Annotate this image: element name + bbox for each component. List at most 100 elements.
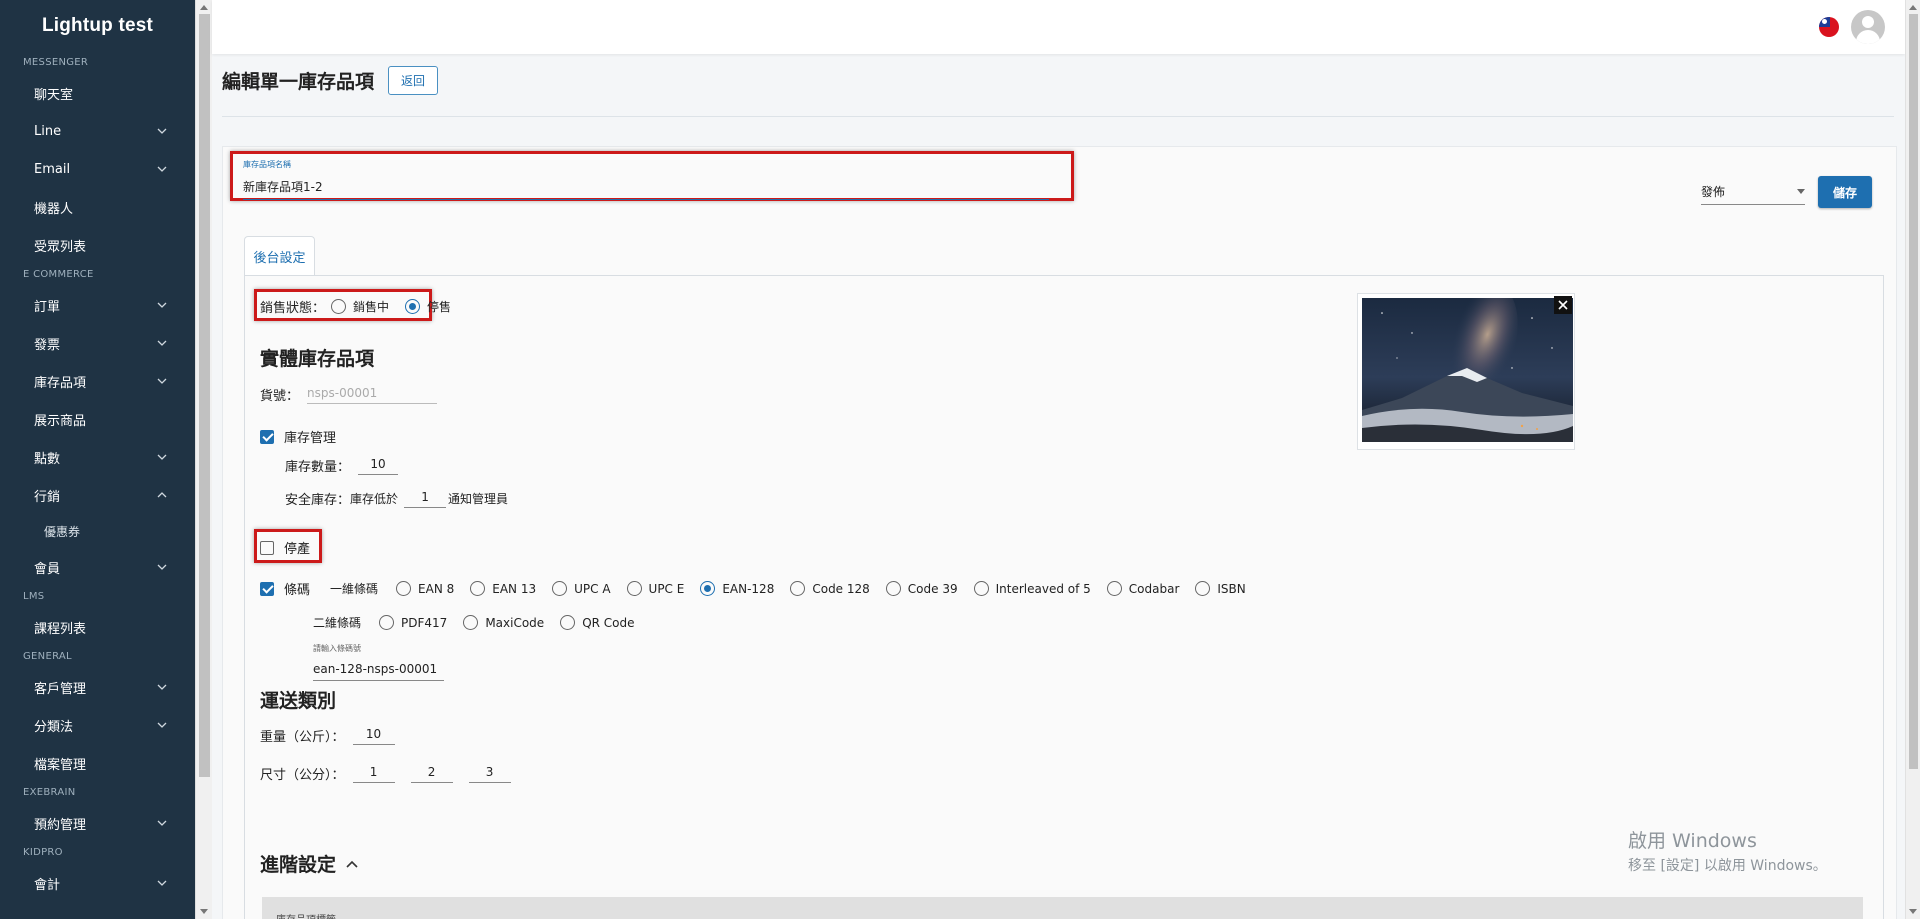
size-length-input[interactable]: 1 [352, 765, 395, 783]
app-title: Lightup test [41, 15, 154, 36]
sidebar-item[interactable]: 優惠券 [0, 514, 195, 548]
sidebar-item[interactable]: 發票 [0, 324, 195, 362]
scrollbar-thumb[interactable] [1909, 14, 1918, 769]
sidebar: Lightup test MESSENGER 聊天室 Line Email 機器人 受眾列… [0, 0, 195, 919]
page-scrollbar[interactable] [1905, 0, 1920, 919]
barcode-option[interactable]: ISBN [1195, 581, 1246, 596]
barcode-option[interactable]: EAN 13 [470, 581, 536, 596]
sidebar-item[interactable]: 點數 [0, 438, 195, 476]
radio-icon[interactable] [552, 581, 568, 596]
avatar[interactable] [1851, 10, 1885, 44]
radio-icon[interactable] [560, 615, 576, 630]
item-name-input[interactable]: 新庫存品項1-2 [243, 178, 1049, 200]
sidebar-item[interactable]: 訂單 [0, 286, 195, 324]
scrollbar-thumb[interactable] [199, 14, 210, 777]
sku-row: 貨號： nsps-00001 [260, 385, 438, 404]
barcode-option[interactable]: Code 39 [885, 581, 958, 596]
sidebar-section-label: KIDPRO [23, 847, 63, 858]
scroll-up-icon[interactable] [1909, 5, 1917, 10]
barcode-number-input[interactable]: ean-128-nsps-00001 [313, 662, 444, 681]
sidebar-item[interactable]: 課程列表 [0, 608, 195, 646]
barcode-option[interactable]: EAN-128 [700, 581, 774, 596]
sidebar-item[interactable]: 機器人 [0, 188, 195, 226]
publish-status-select[interactable]: 發佈 [1701, 183, 1805, 205]
barcode-1d-label: 一維條碼 [330, 582, 379, 596]
barcode-option[interactable]: EAN 8 [396, 581, 454, 596]
save-button[interactable]: 儲存 [1818, 176, 1872, 208]
publish-status-value: 發佈 [1701, 185, 1726, 199]
main-content: 編輯單一庫存品項 返回 庫存品項名稱 新庫存品項1-2 發佈 儲存 後台設定 銷… [212, 54, 1905, 919]
sidebar-item-label: 分類法 [34, 719, 74, 735]
sidebar-item[interactable]: 預約管理 [0, 804, 195, 842]
scroll-down-icon[interactable] [1909, 909, 1917, 914]
barcode-option[interactable]: Code 128 [790, 581, 870, 596]
barcode-option[interactable]: UPC A [552, 581, 611, 596]
radio-icon[interactable] [626, 581, 642, 596]
discontinued-row: 停產 [260, 538, 310, 557]
tab-backend-settings[interactable]: 後台設定 [244, 236, 315, 276]
sidebar-scrollbar[interactable] [195, 0, 212, 919]
advanced-tags-bar: 庫存品項標籤 [262, 897, 1863, 919]
caret-down-icon [1797, 189, 1805, 194]
sidebar-item[interactable]: 聊天室 [0, 74, 195, 112]
barcode-option[interactable]: PDF417 [379, 615, 447, 630]
inventory-qty-input[interactable]: 10 [358, 457, 399, 475]
discontinued-checkbox[interactable] [260, 540, 274, 555]
sidebar-item[interactable]: 庫存品項 [0, 362, 195, 400]
sidebar-item[interactable]: 會計 [0, 864, 195, 902]
back-button[interactable]: 返回 [388, 66, 439, 95]
barcode-checkbox[interactable] [260, 581, 274, 596]
radio-icon[interactable] [379, 615, 395, 630]
sidebar-item-label: 會計 [34, 877, 61, 893]
barcode-option-label: Codabar [1128, 581, 1180, 596]
sidebar-item-label: 庫存品項 [34, 375, 87, 391]
sidebar-item[interactable]: 分類法 [0, 706, 195, 744]
barcode-option-label: MaxiCode [485, 615, 545, 630]
radio-selected-icon[interactable] [700, 581, 716, 596]
watermark-line1: 啟用 Windows [1628, 830, 1757, 852]
radio-icon[interactable] [885, 581, 901, 596]
safety-stock-input[interactable]: 1 [404, 490, 447, 508]
radio-on-sale[interactable]: 銷售中 [331, 298, 389, 315]
chevron-up-icon[interactable] [346, 860, 358, 868]
page-header: 編輯單一庫存品項 返回 [222, 66, 439, 95]
sku-input[interactable]: nsps-00001 [307, 386, 438, 404]
radio-icon[interactable] [463, 615, 479, 630]
size-height-input[interactable]: 3 [468, 765, 511, 783]
sidebar-item[interactable]: Line [0, 112, 195, 150]
radio-icon[interactable] [1195, 581, 1211, 596]
barcode-number-field[interactable]: 請輸入條碼號 ean-128-nsps-00001 [313, 643, 444, 681]
barcode-option[interactable]: Interleaved of 5 [973, 581, 1091, 596]
scroll-up-icon[interactable] [200, 5, 208, 10]
radio-icon[interactable] [470, 581, 486, 596]
size-width-input[interactable]: 2 [410, 765, 453, 783]
barcode-option[interactable]: MaxiCode [463, 615, 544, 630]
sidebar-item[interactable]: 受眾列表 [0, 226, 195, 264]
sidebar-item[interactable]: 客戶管理 [0, 668, 195, 706]
edit-form-card: 庫存品項名稱 新庫存品項1-2 發佈 儲存 後台設定 銷售狀態： 銷售中 停售 … [222, 146, 1897, 919]
radio-stop-sale[interactable]: 停售 [405, 298, 451, 315]
radio-icon[interactable] [790, 581, 806, 596]
sidebar-item[interactable]: 會員 [0, 548, 195, 586]
taiwan-flag-icon[interactable] [1819, 17, 1839, 37]
barcode-option[interactable]: Codabar [1106, 581, 1180, 596]
scroll-down-icon[interactable] [200, 909, 208, 914]
close-icon[interactable] [1554, 296, 1572, 314]
radio-icon[interactable] [396, 581, 412, 596]
item-name-field[interactable]: 庫存品項名稱 新庫存品項1-2 [243, 159, 1049, 200]
advanced-header[interactable]: 進階設定 [260, 850, 358, 877]
sidebar-item[interactable]: 行銷 [0, 476, 195, 514]
sidebar-item-label: 檔案管理 [34, 757, 87, 773]
radio-selected-icon[interactable] [405, 299, 421, 314]
radio-icon[interactable] [973, 581, 989, 596]
sidebar-item[interactable]: Email [0, 150, 195, 188]
sidebar-item[interactable]: 檔案管理 [0, 744, 195, 782]
radio-icon[interactable] [1106, 581, 1122, 596]
inventory-checkbox[interactable] [260, 429, 274, 444]
barcode-option[interactable]: QR Code [560, 615, 635, 630]
sidebar-item[interactable]: 展示商品 [0, 400, 195, 438]
barcode-option[interactable]: UPC E [626, 581, 684, 596]
radio-icon[interactable] [331, 299, 347, 314]
barcode-2d-label: 二維條碼 [313, 616, 362, 630]
weight-input[interactable]: 10 [352, 727, 395, 745]
